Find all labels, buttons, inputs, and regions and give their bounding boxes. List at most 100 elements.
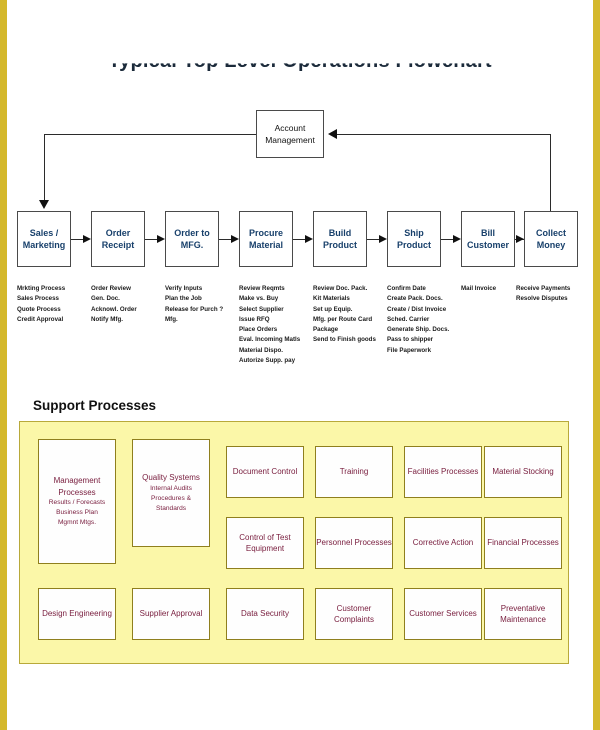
page-border-right [593,0,600,730]
detail-item: Set up Equip. [313,305,353,313]
support-box-financial-processes[interactable]: Financial Processes [484,517,562,569]
node-label-line2: Product [396,240,431,250]
support-box-customer-services[interactable]: Customer Services [404,588,482,640]
detail-item: Kit Materials [313,295,350,303]
support-box-management-processes[interactable]: Management Processes Results / Forecasts… [38,439,116,564]
arrowhead-step7 [453,235,461,243]
support-box-facilities-processes[interactable]: Facilities Processes [404,446,482,498]
support-box-title: Customer Services [409,609,477,619]
support-box-control-of-test-equipment[interactable]: Control of Test Equipment [226,517,304,569]
support-box-title: Control of Test Equipment [239,532,291,554]
details-build-product: Review Doc. Pack. Kit Materials Set up E… [313,284,376,346]
detail-item: Review Reqmts [239,285,285,292]
detail-item: Order Review [91,285,131,292]
support-box-title: Design Engineering [42,609,112,619]
support-box-customer-complaints[interactable]: Customer Complaints [315,588,393,640]
node-procure-material[interactable]: Procure Material [239,211,293,267]
node-label-line2: MFG. [180,240,204,250]
page-border-inner-right [589,0,593,730]
detail-item: Confirm Date [387,285,426,292]
connector-right-riser [550,134,551,211]
details-sales-marketing: Mrkting Process Sales Process Quote Proc… [17,284,65,325]
support-processes-panel: Management Processes Results / Forecasts… [19,421,569,664]
details-collect-money: Receive Payments Resolve Disputes [516,284,570,305]
detail-item: Place Orders [239,326,278,334]
support-box-quality-systems[interactable]: Quality Systems Internal Audits Procedur… [132,439,210,547]
arrowhead-step6 [379,235,387,243]
detail-item: Package [313,326,339,334]
node-account-management[interactable]: Account Management [256,110,324,158]
node-label-line2: Material [248,240,283,250]
support-box-training[interactable]: Training [315,446,393,498]
node-label-line2: Marketing [22,240,66,250]
node-label-line1: Ship [404,227,424,238]
node-label-line2: Product [322,240,357,250]
details-bill-customer: Mail Invoice [461,284,496,294]
detail-item: Release for Purch ? [165,305,224,313]
support-box-preventative-maintenance[interactable]: Preventative Maintenance [484,588,562,640]
support-box-title: Facilities Processes [407,467,479,477]
node-collect-money[interactable]: Collect Money [524,211,578,267]
detail-item: Mrkting Process [17,285,66,292]
detail-item: Select Supplier [239,305,284,313]
detail-item: Credit Approval [17,315,64,323]
detail-item: Make vs. Buy [239,295,279,303]
node-label-line1: Order [105,227,131,238]
support-box-title: Customer Complaints [333,603,374,625]
node-label-line1: Procure [248,227,283,238]
support-box-data-security[interactable]: Data Security [226,588,304,640]
support-box-document-control[interactable]: Document Control [226,446,304,498]
node-label-line1: Order to [174,227,210,238]
support-box-sub: Procedures & [151,494,191,502]
support-box-personnel-processes[interactable]: Personnel Processes [315,517,393,569]
node-bill-customer[interactable]: Bill Customer [461,211,515,267]
detail-item: Receive Payments [516,285,571,292]
arrowhead-step2 [83,235,91,243]
detail-item: Material Dispo. [239,346,284,354]
support-box-title: Quality Systems [142,473,200,483]
node-label-line1: Collect [535,227,566,238]
document-page: Typical Top Level Operations Flowchart A… [0,0,600,730]
detail-item: Eval. Incoming Matls [239,336,301,344]
support-box-supplier-approval[interactable]: Supplier Approval [132,588,210,640]
node-ship-product[interactable]: Ship Product [387,211,441,267]
arrowhead-into-sales-marketing [39,200,49,209]
page-border-left [0,0,7,730]
connector-right-bus-to-hub [337,134,550,135]
detail-item: Create Pack. Docs. [387,295,443,303]
support-box-design-engineering[interactable]: Design Engineering [38,588,116,640]
detail-item: Mfg. per Route Card [313,315,373,323]
support-box-title: Material Stocking [492,467,554,477]
account-management-label-line1: Account [274,123,306,133]
detail-item: Resolve Disputes [516,295,568,303]
detail-item: Notify Mfg. [91,315,123,323]
support-box-title: Management Processes [53,476,101,497]
connector-hub-to-left-bus [44,134,257,135]
detail-item: Gen. Doc. [91,295,120,303]
support-box-title: Corrective Action [412,538,474,548]
arrowhead-step8 [516,235,524,243]
node-label-line1: Sales / [29,227,59,238]
arrowhead-step5 [305,235,313,243]
detail-item: Review Doc. Pack. [313,285,368,292]
detail-item: Quote Process [17,305,61,313]
detail-item: Acknowl. Order [91,305,137,313]
detail-item: Mfg. [165,315,178,323]
support-box-title: Financial Processes [487,538,559,548]
node-label-line1: Bill [480,227,495,238]
support-box-corrective-action[interactable]: Corrective Action [404,517,482,569]
details-order-receipt: Order Review Gen. Doc. Acknowl. Order No… [91,284,137,325]
node-order-to-mfg[interactable]: Order to MFG. [165,211,219,267]
detail-item: Send to Finish goods [313,336,376,344]
details-ship-product: Confirm Date Create Pack. Docs. Create /… [387,284,449,356]
node-build-product[interactable]: Build Product [313,211,367,267]
support-box-sub: Standards [155,504,187,512]
node-order-receipt[interactable]: Order Receipt [91,211,145,267]
support-box-material-stocking[interactable]: Material Stocking [484,446,562,498]
node-label-line2: Receipt [101,240,135,250]
support-box-title: Preventative Maintenance [500,603,546,625]
detail-item: File Paperwork [387,346,432,354]
node-sales-marketing[interactable]: Sales / Marketing [17,211,71,267]
support-box-title: Training [339,467,369,477]
node-label-line1: Build [328,227,352,238]
